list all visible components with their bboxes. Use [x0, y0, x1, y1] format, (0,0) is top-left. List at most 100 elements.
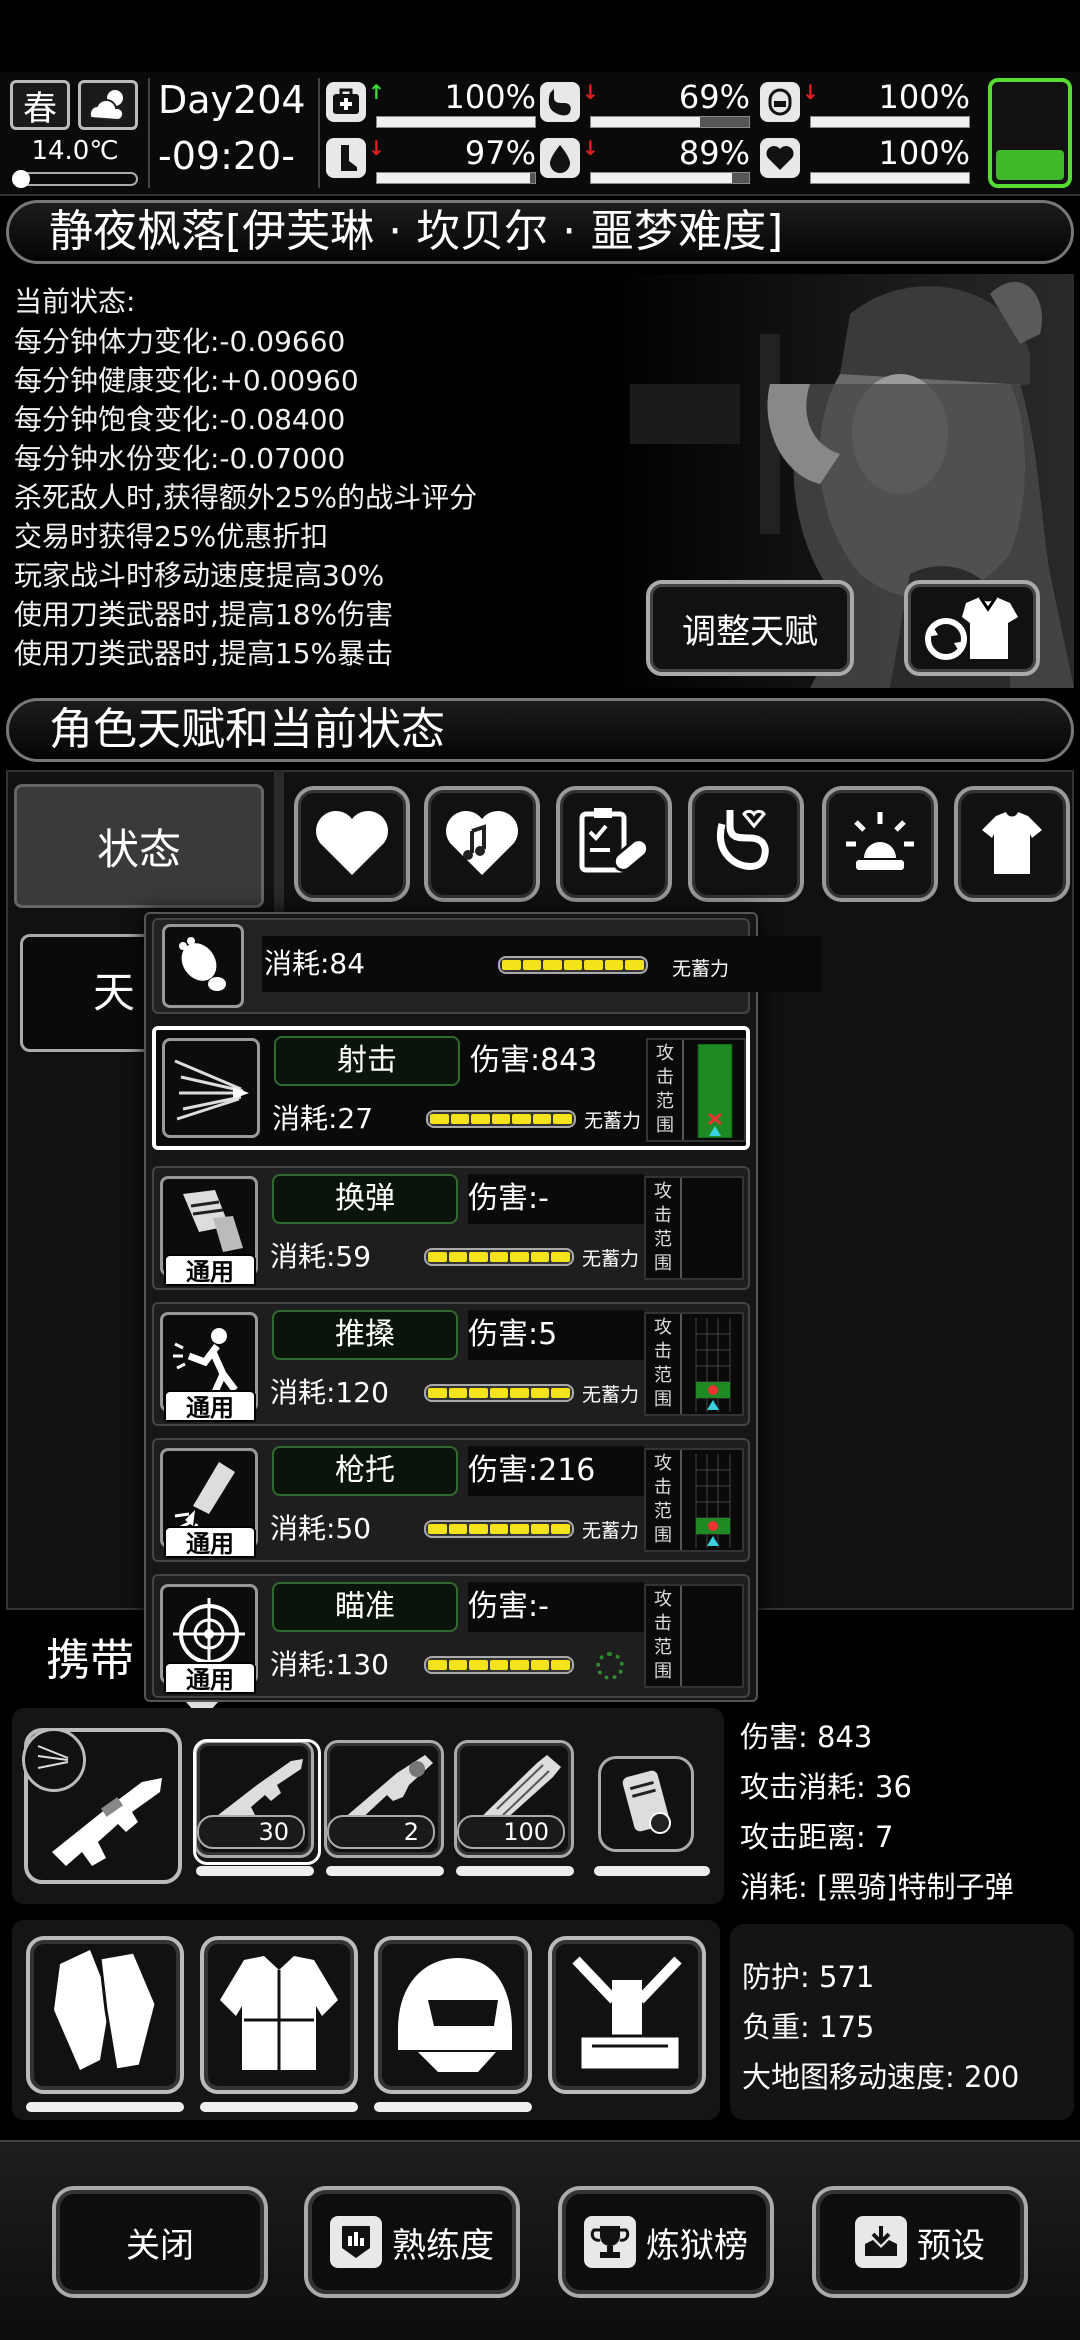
- weapon-ammo: 消耗: [黑骑]特制子弹: [740, 1870, 1014, 1904]
- weapon-range: 攻击距离: 7: [740, 1820, 894, 1854]
- proficiency-label: 熟练度: [392, 2225, 494, 2266]
- day-counter: Day204: [158, 78, 306, 122]
- medkit-value: 100%: [444, 78, 536, 116]
- walk-cost: 消耗:84: [264, 947, 366, 980]
- skill-cost: 消耗:120: [270, 1376, 389, 1409]
- attack-range-label: 攻击范围: [646, 1314, 682, 1414]
- stomach-icon: [716, 809, 769, 870]
- common-tag: 通用: [164, 1662, 256, 1694]
- health-value: 100%: [878, 134, 970, 172]
- character-title: 静夜枫落[伊芙琳 · 坎贝尔 · 噩梦难度]: [6, 200, 1074, 264]
- weapon-slot-3[interactable]: 100: [454, 1740, 574, 1858]
- skill-cost: 消耗:59: [270, 1240, 372, 1273]
- proficiency-button[interactable]: 熟练度: [304, 2186, 520, 2298]
- skill-row-push[interactable]: 通用 推搡 伤害:5 消耗:120 无蓄力 攻击范围: [152, 1302, 750, 1426]
- skill-row-buttstroke[interactable]: 通用 枪托 伤害:216 消耗:50 无蓄力 攻击范围: [152, 1438, 750, 1562]
- status-line: 每分钟饱食变化:-0.08400: [14, 403, 346, 436]
- ammo-count: 30: [197, 1815, 305, 1849]
- adjust-talent-button[interactable]: 调整天赋: [646, 580, 854, 676]
- swap-outfit-icon: [925, 596, 1018, 660]
- skill-row-reload[interactable]: 通用 换弹 伤害:- 消耗:59 无蓄力 攻击范围: [152, 1166, 750, 1290]
- leg-icon: [326, 138, 366, 178]
- body-armor-slot[interactable]: [200, 1936, 358, 2094]
- status-line: 使用刀类武器时,提高15%暴击: [14, 637, 394, 670]
- divider: [318, 78, 320, 188]
- skill-charge-note: 无蓄力: [582, 1520, 640, 1542]
- common-tag: 通用: [164, 1390, 256, 1422]
- skill-charge-note: 无蓄力: [582, 1248, 640, 1270]
- shoot-icon: [162, 1038, 260, 1138]
- ammo-count: 2: [327, 1815, 435, 1849]
- download-box-icon: [855, 2216, 907, 2268]
- close-label: 关闭: [126, 2225, 194, 2266]
- attack-range: 攻击范围: [644, 1176, 744, 1280]
- walk-cost-bar: [498, 956, 648, 974]
- hunger-value: 69%: [678, 78, 750, 116]
- skill-cost: 消耗:50: [270, 1512, 372, 1545]
- weapon-damage: 伤害: 843: [740, 1720, 873, 1754]
- skill-damage: 伤害:-: [468, 1582, 644, 1632]
- change-outfit-button[interactable]: [904, 580, 1040, 676]
- attack-range-label: 攻击范围: [646, 1450, 682, 1550]
- game-clock: -09:20-: [158, 134, 295, 178]
- attack-range-label: 攻击范围: [646, 1178, 682, 1278]
- backpack-frame-icon: [572, 1956, 682, 2072]
- status-heading: 当前状态:: [14, 285, 136, 318]
- status-line: 玩家战斗时移动速度提高30%: [14, 559, 385, 592]
- bladder-value: 100%: [878, 78, 970, 116]
- weapon-slot-2[interactable]: 2: [324, 1740, 444, 1858]
- weapon-attack-cost: 攻击消耗: 36: [740, 1770, 912, 1804]
- common-tag: 通用: [164, 1526, 256, 1558]
- body-armor-icon: [220, 1956, 338, 2070]
- ammo-count: 100: [457, 1815, 565, 1849]
- gloves-slot[interactable]: [26, 1936, 184, 2094]
- medical-tab-button[interactable]: [556, 786, 672, 902]
- trend-down-icon: ↓: [582, 136, 599, 160]
- charge-ring-icon: [596, 1652, 624, 1680]
- stamina-value: 97%: [464, 134, 536, 172]
- trend-down-icon: ↓: [582, 80, 599, 104]
- proficiency-icon: [330, 2216, 382, 2268]
- ranking-label: 炼狱榜: [646, 2225, 748, 2266]
- preset-button[interactable]: 预设: [812, 2186, 1028, 2298]
- alarm-tab-button[interactable]: [822, 786, 938, 902]
- stamina-stat: ↓ 97%: [326, 134, 536, 188]
- weapon-slot-1[interactable]: 30: [193, 1739, 321, 1865]
- temperature-indicator: [12, 170, 30, 188]
- ammo-box-slot[interactable]: [598, 1756, 694, 1852]
- status-bar: 春 14.0℃ Day204 -09:20- ↑ 100% ↓ 69% ↓ 10…: [0, 72, 1080, 196]
- preset-label: 预设: [917, 2225, 985, 2266]
- trend-down-icon: ↓: [802, 80, 819, 104]
- trend-up-icon: ↑: [368, 80, 385, 104]
- skill-cost-bar: [424, 1656, 574, 1674]
- heart-tab-button[interactable]: [294, 786, 410, 902]
- skill-row-shoot[interactable]: 射击 伤害:843 消耗:27 无蓄力 攻击范围: [152, 1026, 750, 1150]
- close-button[interactable]: 关闭: [52, 2186, 268, 2298]
- attack-range-grid: [688, 1454, 738, 1548]
- bladder-stat: ↓ 100%: [760, 78, 970, 132]
- mood-tab-button[interactable]: [424, 786, 540, 902]
- attack-range-grid: [688, 1318, 738, 1412]
- helmet-slot[interactable]: [374, 1936, 532, 2094]
- medkit-icon: [326, 82, 366, 122]
- status-line: 杀死敌人时,获得额外25%的战斗评分: [14, 481, 478, 514]
- tab-state[interactable]: 状态: [14, 784, 264, 908]
- ranking-button[interactable]: 炼狱榜: [558, 2186, 774, 2298]
- skill-name: 瞄准: [272, 1582, 458, 1632]
- skill-cost-bar: [424, 1248, 574, 1266]
- skill-cost: 消耗:130: [270, 1648, 389, 1681]
- outfit-tab-button[interactable]: [954, 786, 1070, 902]
- health-kit-stat: ↑ 100%: [326, 78, 536, 132]
- battery-gauge[interactable]: [988, 78, 1072, 188]
- attack-range: 攻击范围: [644, 1448, 744, 1552]
- stomach-tab-button[interactable]: [688, 786, 804, 902]
- armor-protection: 防护: 571: [742, 1960, 875, 1994]
- attack-range: 攻击范围: [646, 1038, 746, 1142]
- skill-row-aim[interactable]: 通用 瞄准 伤害:- 消耗:130 攻击范围: [152, 1574, 750, 1698]
- backpack-frame-slot[interactable]: [548, 1936, 706, 2094]
- carry-title: 携带: [46, 1635, 134, 1686]
- attack-range-label: 攻击范围: [646, 1586, 682, 1686]
- equipped-weapon-slot[interactable]: [22, 1728, 182, 1884]
- walk-skill-row[interactable]: 消耗:84 无蓄力: [152, 918, 822, 1014]
- skill-damage: 伤害:216: [468, 1446, 644, 1496]
